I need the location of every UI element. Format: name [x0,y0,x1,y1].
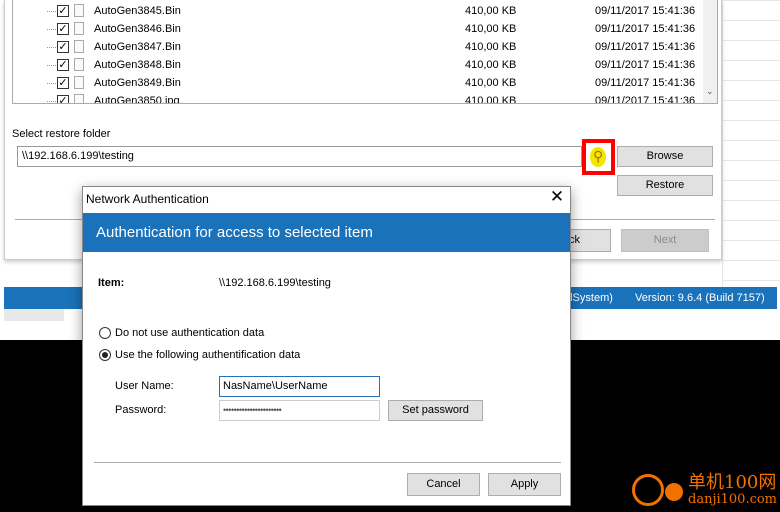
status-user: alSystem) [564,292,613,304]
browse-button[interactable]: Browse [617,146,713,167]
tree-line [47,29,56,30]
watermark-url: danji100.com [688,492,778,507]
file-name: AutoGen3849.Bin [94,77,181,89]
apply-button[interactable]: Apply [488,473,561,496]
file-date: 09/11/2017 15:41:36 [595,59,696,71]
dropdown-stub[interactable] [4,309,64,321]
file-icon [74,94,84,103]
cancel-button[interactable]: Cancel [407,473,480,496]
file-name: AutoGen3848.Bin [94,59,181,71]
password-label: Password: [115,404,167,416]
file-size: 410,00 KB [465,95,517,104]
checkbox[interactable]: ✓ [57,23,69,35]
set-password-button[interactable]: Set password [388,400,483,421]
dialog-title: Network Authentication [86,192,209,206]
file-icon [74,58,84,71]
file-row[interactable]: ✓ AutoGen3849.Bin 410,00 KB 09/11/2017 15:4… [13,74,703,92]
file-date: 09/11/2017 15:41:36 [595,23,696,35]
restore-path-input[interactable]: \\192.168.6.199\testing [17,146,582,167]
network-authentication-dialog: Network Authentication ✕ Authentication … [82,186,571,506]
file-size: 410,00 KB [465,23,517,35]
checkbox[interactable]: ✓ [57,5,69,17]
file-date: 09/11/2017 15:41:36 [595,5,696,17]
key-icon: ⚲ [590,147,606,167]
username-label: User Name: [115,380,174,392]
file-icon [74,4,84,17]
file-row[interactable]: ✓ AutoGen3846.Bin 410,00 KB 09/11/2017 15:4… [13,20,703,38]
radio-no-auth-label[interactable]: Do not use authentication data [115,327,264,339]
checkbox[interactable]: ✓ [57,59,69,71]
scrollbar[interactable]: ⌄ [703,0,717,103]
file-size: 410,00 KB [465,5,517,17]
file-row[interactable]: ✓ AutoGen3848.Bin 410,00 KB 09/11/2017 15:4… [13,56,703,74]
file-icon [74,22,84,35]
checkbox[interactable]: ✓ [57,95,69,103]
file-icon [74,40,84,53]
watermark-text: 单机100网 [688,472,777,493]
restore-folder-label: Select restore folder [12,128,111,140]
radio-no-auth[interactable] [99,327,111,339]
file-size: 410,00 KB [465,77,517,89]
file-name: AutoGen3845.Bin [94,5,181,17]
network-key-button[interactable]: ⚲ [582,139,615,175]
tree-line [47,47,56,48]
file-row[interactable]: ✓ AutoGen3845.Bin 410,00 KB 09/11/2017 15:4… [13,2,703,20]
password-input[interactable]: •••••••••••••••••••••• [219,400,380,421]
watermark-logo [632,474,664,506]
watermark-dot [665,483,683,501]
file-date: 09/11/2017 15:41:36 [595,41,696,53]
file-row[interactable]: ✓ AutoGen3847.Bin 410,00 KB 09/11/2017 15:4… [13,38,703,56]
file-row[interactable]: ✓ AutoGen3850.jpg 410,00 KB 09/11/2017 15:4… [13,92,703,104]
file-name: AutoGen3847.Bin [94,41,181,53]
checkbox[interactable]: ✓ [57,77,69,89]
file-icon [74,76,84,89]
close-icon[interactable]: ✕ [545,187,569,207]
item-value: \\192.168.6.199\testing [219,277,331,289]
tree-line [47,11,56,12]
chevron-down-icon[interactable]: ⌄ [706,86,714,97]
file-list: ✓ AutoGen3845.Bin 410,00 KB 09/11/2017 15:4… [12,0,718,104]
restore-button[interactable]: Restore [617,175,713,196]
dialog-header: Authentication for access to selected it… [83,213,570,252]
tree-line [47,65,56,66]
username-input[interactable]: NasName\UserName [219,376,380,397]
radio-use-auth[interactable] [99,349,111,361]
file-name: AutoGen3850.jpg [94,95,180,104]
file-date: 09/11/2017 15:41:36 [595,77,696,89]
background-spreadsheet [722,0,780,290]
status-version: Version: 9.6.4 (Build 7157) [635,292,765,304]
checkbox[interactable]: ✓ [57,41,69,53]
radio-use-auth-label[interactable]: Use the following authentification data [115,349,300,361]
file-date: 09/11/2017 15:41:36 [595,95,696,104]
file-size: 410,00 KB [465,41,517,53]
file-name: AutoGen3846.Bin [94,23,181,35]
item-label: Item: [98,277,125,289]
next-button[interactable]: Next [621,229,709,252]
tree-line [47,101,56,102]
dialog-divider [94,462,561,463]
file-size: 410,00 KB [465,59,517,71]
tree-line [47,83,56,84]
